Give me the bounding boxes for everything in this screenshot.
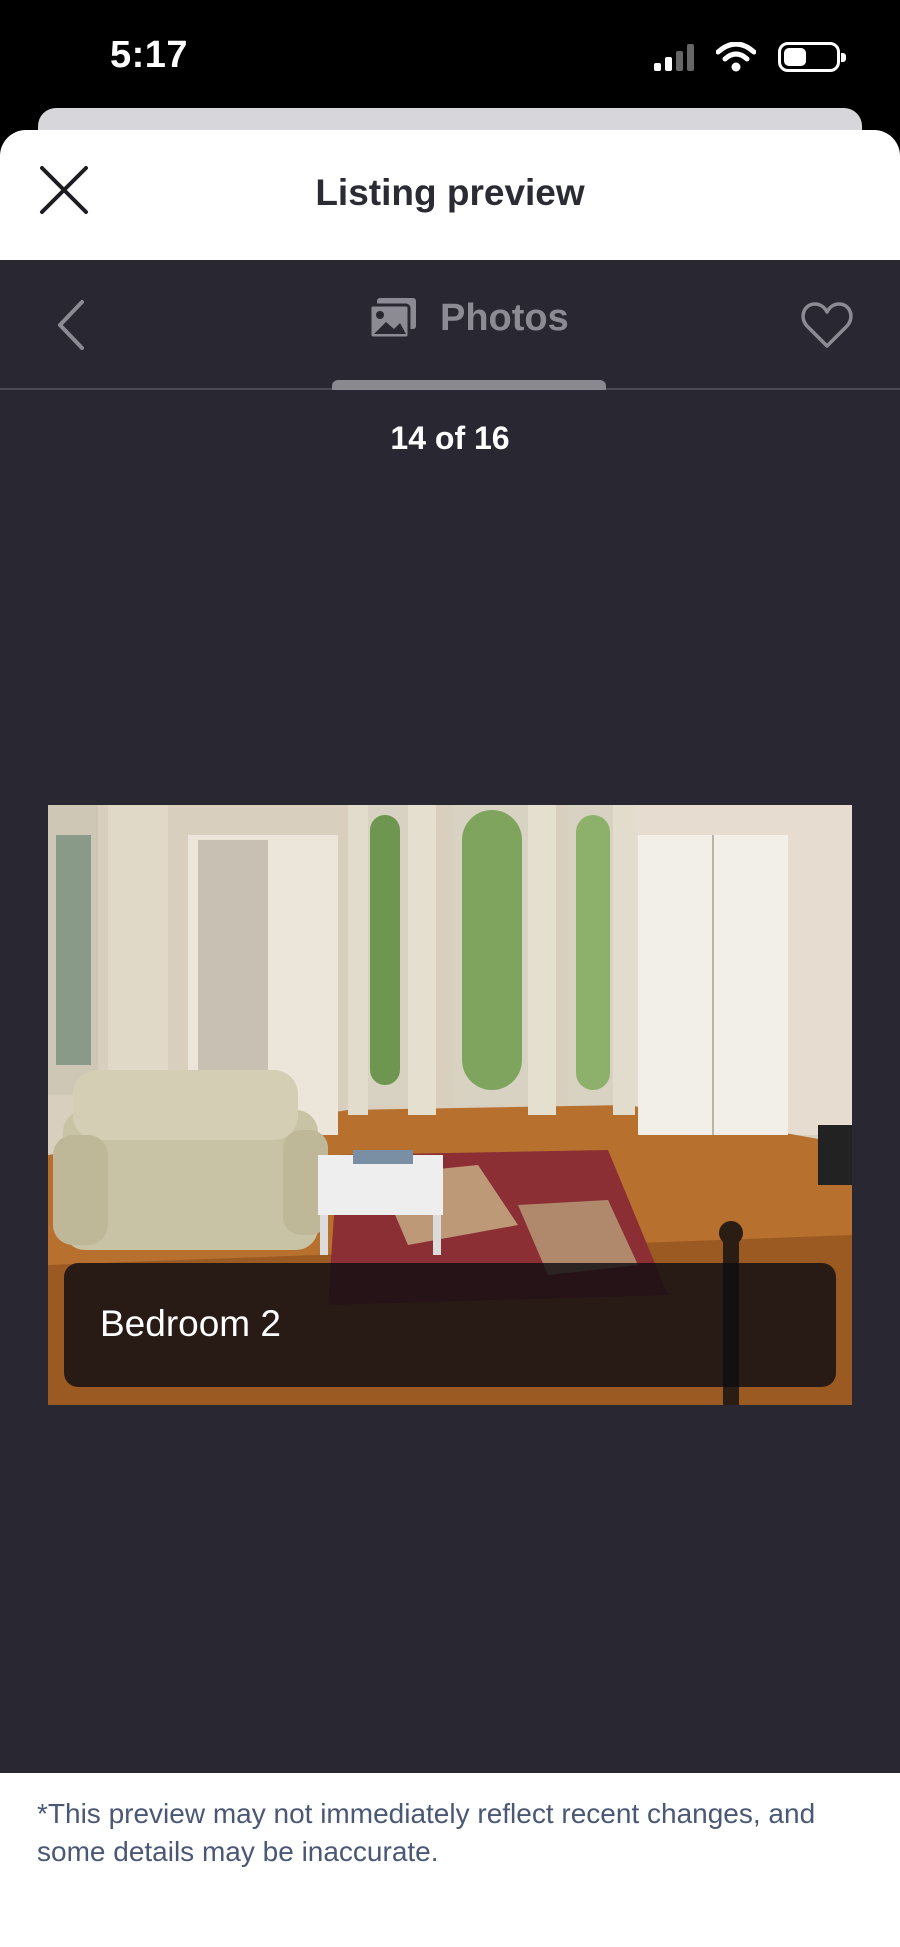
- chevron-left-icon[interactable]: [50, 298, 94, 352]
- status-icons: [654, 42, 846, 72]
- footer: *This preview may not immediately reflec…: [0, 1773, 900, 1947]
- photo-viewer: Photos 14 of 16 Bedroom 2: [0, 260, 900, 1773]
- cellular-signal-icon: [654, 43, 694, 71]
- disclaimer-text: *This preview may not immediately reflec…: [37, 1798, 816, 1867]
- heart-outline-icon[interactable]: [800, 300, 854, 350]
- battery-icon: [778, 42, 846, 72]
- photo-caption: Bedroom 2: [64, 1263, 836, 1387]
- viewer-nav: Photos: [0, 260, 900, 390]
- status-bar: 5:17: [0, 0, 900, 110]
- tab-indicator: [332, 380, 606, 390]
- photo-caption-text: Bedroom 2: [100, 1303, 281, 1344]
- photos-icon: [368, 298, 416, 340]
- tab-photos[interactable]: Photos: [368, 296, 569, 340]
- photo-counter: 14 of 16: [390, 420, 510, 456]
- modal-header: Listing preview: [0, 130, 900, 260]
- tab-photos-label: Photos: [440, 296, 569, 339]
- status-time: 5:17: [110, 34, 189, 76]
- page-title: Listing preview: [315, 172, 585, 213]
- listing-photo[interactable]: Bedroom 2: [48, 805, 852, 1405]
- wifi-icon: [716, 42, 756, 72]
